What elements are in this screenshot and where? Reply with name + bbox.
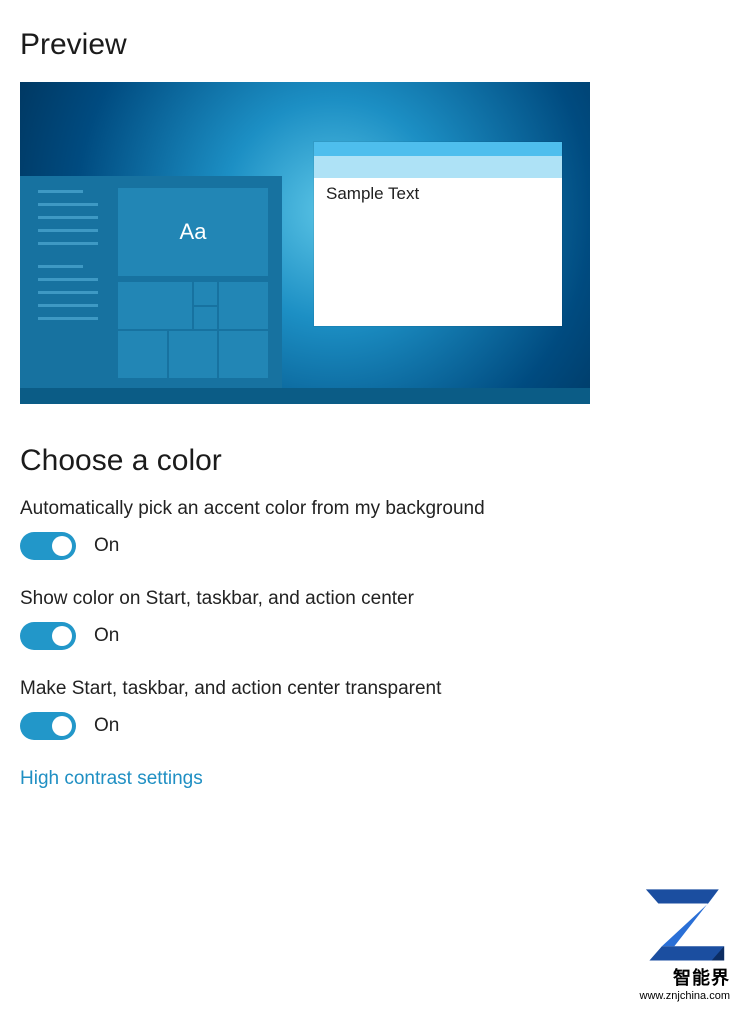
auto-accent-toggle[interactable] — [20, 532, 76, 560]
auto-accent-state: On — [94, 535, 119, 557]
watermark-brand: 智能界 — [640, 964, 730, 990]
choose-color-heading: Choose a color — [20, 444, 720, 478]
transparent-state: On — [94, 715, 119, 737]
color-preview-thumbnail: Aa Sample Text — [20, 82, 590, 404]
watermark-url: www.znjchina.com — [640, 990, 730, 1002]
show-color-label: Show color on Start, taskbar, and action… — [20, 588, 720, 610]
preview-start-list — [20, 176, 118, 388]
transparent-toggle[interactable] — [20, 712, 76, 740]
show-color-toggle[interactable] — [20, 622, 76, 650]
watermark-logo-icon — [640, 884, 730, 964]
preview-sample-window-text: Sample Text — [314, 178, 562, 210]
transparent-label: Make Start, taskbar, and action center t… — [20, 678, 720, 700]
preview-heading: Preview — [20, 28, 720, 62]
preview-tile-text: Aa — [118, 188, 268, 276]
show-color-state: On — [94, 625, 119, 647]
auto-accent-label: Automatically pick an accent color from … — [20, 498, 720, 520]
preview-taskbar — [20, 388, 590, 404]
preview-start-tiles: Aa — [118, 176, 282, 388]
preview-sample-window: Sample Text — [314, 142, 562, 326]
preview-start-menu: Aa — [20, 176, 282, 388]
high-contrast-link[interactable]: High contrast settings — [20, 768, 203, 790]
watermark: 智能界 www.znjchina.com — [640, 884, 730, 1002]
